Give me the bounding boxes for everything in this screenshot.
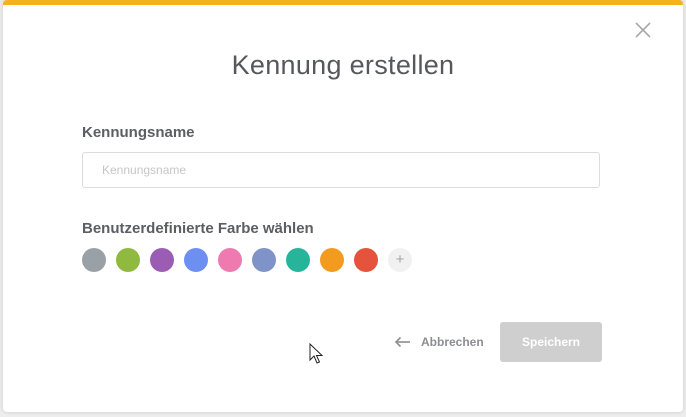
color-swatch-purple[interactable] bbox=[150, 248, 174, 272]
color-swatch-slate-blue[interactable] bbox=[252, 248, 276, 272]
mouse-cursor-icon bbox=[309, 343, 324, 364]
color-swatch-teal[interactable] bbox=[286, 248, 310, 272]
color-picker-label: Benutzerdefinierte Farbe wählen bbox=[82, 220, 314, 237]
arrow-left-icon bbox=[394, 336, 410, 348]
save-button[interactable]: Speichern bbox=[500, 322, 602, 362]
color-swatch-gray[interactable] bbox=[82, 248, 106, 272]
tag-name-label: Kennungsname bbox=[82, 124, 195, 141]
close-button[interactable] bbox=[632, 19, 654, 41]
color-swatch-red[interactable] bbox=[354, 248, 378, 272]
accent-bar bbox=[3, 0, 683, 5]
color-swatch-orange[interactable] bbox=[320, 248, 344, 272]
cancel-button-label: Abbrechen bbox=[421, 335, 484, 349]
color-swatch-list: + bbox=[82, 248, 412, 272]
close-icon bbox=[635, 22, 651, 38]
color-swatch-blue[interactable] bbox=[184, 248, 208, 272]
create-tag-dialog: Kennung erstellen Kennungsname Benutzerd… bbox=[3, 0, 683, 412]
color-swatch-green[interactable] bbox=[116, 248, 140, 272]
cancel-button[interactable]: Abbrechen bbox=[394, 330, 484, 354]
add-custom-color-button[interactable]: + bbox=[388, 248, 412, 272]
dialog-title: Kennung erstellen bbox=[231, 50, 455, 80]
tag-name-input[interactable] bbox=[82, 152, 600, 188]
color-swatch-pink[interactable] bbox=[218, 248, 242, 272]
